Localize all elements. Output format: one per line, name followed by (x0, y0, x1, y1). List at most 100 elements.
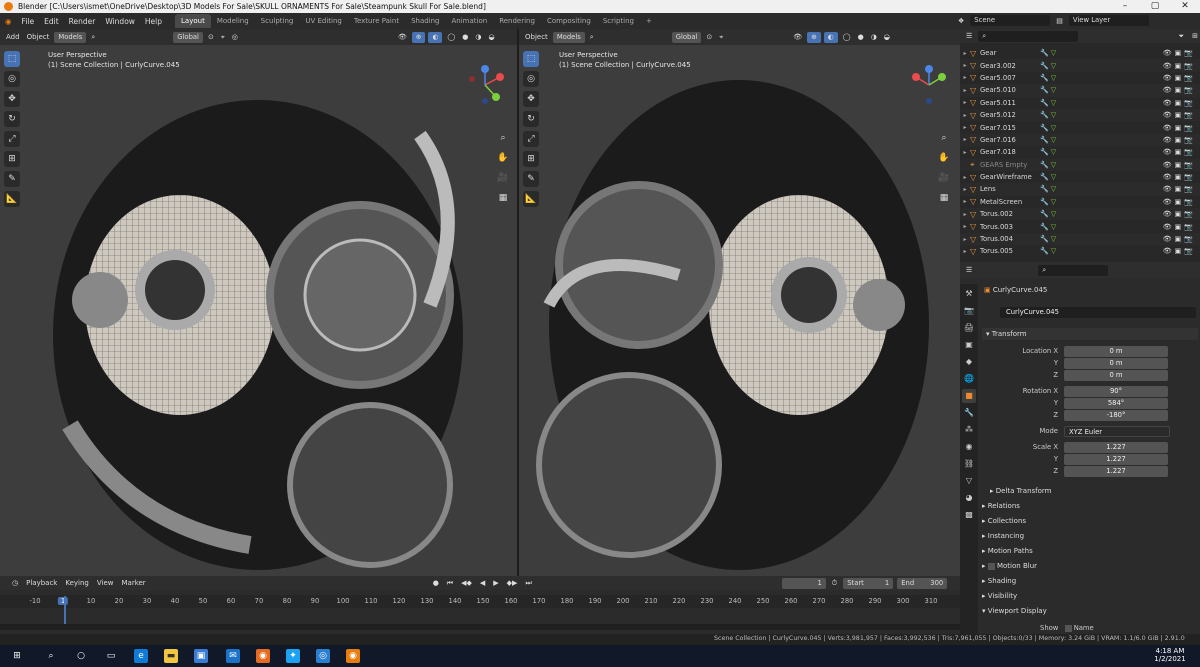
store-icon[interactable]: ▣ (194, 649, 208, 663)
delta-transform-section[interactable]: ▸ Delta Transform (990, 487, 1051, 495)
properties-editor-icon[interactable]: ☰ (964, 266, 974, 274)
task-view-icon[interactable]: ▭ (104, 649, 118, 663)
expand-arrow-icon[interactable]: ▸ (960, 223, 970, 230)
motion-paths-section[interactable]: ▸ Motion Paths (982, 547, 1033, 555)
annotate-tool[interactable]: ✎ (4, 171, 20, 187)
outliner-row[interactable]: ▸ ▽ Lens 🔧▽ 👁▣📷 (960, 183, 1200, 196)
expand-arrow-icon[interactable]: ▸ (960, 50, 970, 57)
blender-taskbar-icon[interactable]: ◉ (346, 649, 360, 663)
tab-shading[interactable]: Shading (405, 14, 445, 28)
texture-tab-icon[interactable]: ▩ (962, 508, 976, 522)
location-y-field[interactable]: 0 m (1064, 358, 1168, 369)
menu-help[interactable]: Help (140, 17, 167, 26)
motion-blur-section[interactable]: ▸ Motion Blur (982, 562, 1037, 570)
windows-start-icon[interactable]: ⊞ (10, 649, 24, 663)
visibility-toggle-icons[interactable]: 👁▣📷 (1163, 223, 1196, 231)
record-icon[interactable]: ● (431, 579, 441, 587)
physics-tab-icon[interactable]: ◉ (962, 440, 976, 454)
pan-hand-icon[interactable]: ✋ (496, 151, 510, 165)
navigation-gizmo-left[interactable] (460, 65, 510, 115)
proportional-icon[interactable]: ◎ (230, 33, 240, 41)
jump-end-icon[interactable]: ⏭ (523, 579, 533, 588)
outliner-search-input[interactable]: ⌕ (978, 30, 1079, 42)
maximize-button[interactable]: ▢ (1140, 0, 1170, 13)
app-icon[interactable]: ◎ (316, 649, 330, 663)
close-button[interactable]: ✕ (1170, 0, 1200, 13)
snap-icon-right[interactable]: ⌖ (717, 33, 725, 42)
properties-search-input[interactable]: ⌕ (1038, 264, 1109, 276)
grid-view-icon[interactable]: ▦ (496, 191, 510, 205)
blender-menu-icon[interactable]: ◉ (0, 17, 17, 26)
outliner-editor-icon[interactable]: ☰ (964, 32, 974, 40)
collections-section[interactable]: ▸ Collections (982, 517, 1026, 525)
expand-arrow-icon[interactable]: ▸ (960, 87, 970, 94)
outliner-row[interactable]: ▸ ▽ Gear7.018 🔧▽ 👁▣📷 (960, 146, 1200, 158)
orientation-selector[interactable]: Global (173, 31, 203, 43)
shading-rendered-icon-right[interactable]: ◒ (882, 33, 892, 41)
relations-section[interactable]: ▸ Relations (982, 502, 1020, 510)
scale-y-field[interactable]: 1.227 (1064, 454, 1168, 465)
visibility-toggle-icons[interactable]: 👁▣📷 (1163, 124, 1196, 132)
outliner-row[interactable]: ▸ ▽ Torus.002 🔧▽ 👁▣📷 (960, 208, 1200, 221)
viewport-left[interactable]: Add Object Models ⌕ Global ⊙ ⌖ ◎ 👁 ⊕ ◐ ◯… (0, 29, 517, 576)
menu-edit[interactable]: Edit (39, 17, 64, 26)
expand-arrow-icon[interactable]: ▸ (960, 186, 970, 193)
shading-solid-icon-right[interactable]: ● (856, 33, 866, 41)
measure-tool[interactable]: 📐 (4, 191, 20, 207)
minimize-button[interactable]: – (1110, 0, 1140, 13)
playback-menu[interactable]: Playback (24, 579, 59, 587)
visibility-toggle-icons[interactable]: 👁▣📷 (1163, 136, 1196, 144)
pivot-icon-right[interactable]: ⊙ (704, 33, 714, 41)
cortana-icon[interactable]: ○ (74, 649, 88, 663)
shading-wireframe-icon[interactable]: ◯ (445, 33, 457, 41)
output-tab-icon[interactable]: 🖨 (962, 321, 976, 335)
expand-arrow-icon[interactable]: ▸ (960, 99, 970, 106)
expand-arrow-icon[interactable]: ▸ (960, 112, 970, 119)
overlay-toggle[interactable]: ◐ (428, 31, 443, 43)
outliner-row[interactable]: ▸ ▽ MetalScreen 🔧▽ 👁▣📷 (960, 196, 1200, 208)
modifier-tab-icon[interactable]: 🔧 (962, 406, 976, 420)
tab-texture-paint[interactable]: Texture Paint (348, 14, 405, 28)
location-x-field[interactable]: 0 m (1064, 346, 1168, 357)
scale-tool-right[interactable]: ⤢ (523, 131, 539, 147)
move-tool[interactable]: ✥ (4, 91, 20, 107)
tab-animation[interactable]: Animation (446, 14, 494, 28)
scale-x-field[interactable]: 1.227 (1064, 442, 1168, 453)
playhead[interactable] (64, 596, 66, 626)
outliner-row[interactable]: ▸ ▽ Torus.003 🔧▽ 👁▣📷 (960, 220, 1200, 232)
object-tab-icon[interactable]: ■ (962, 389, 976, 403)
start-frame-field[interactable]: Start 1 (843, 577, 894, 589)
timeline-editor-icon[interactable]: ◷ (10, 579, 20, 587)
outliner-row[interactable]: ▸ ▽ Torus.004 🔧▽ 👁▣📷 (960, 232, 1200, 246)
tab-rendering[interactable]: Rendering (493, 14, 541, 28)
firefox-icon[interactable]: ◉ (256, 649, 270, 663)
visibility-toggle-icons[interactable]: 👁▣📷 (1163, 111, 1196, 119)
add-workspace-button[interactable]: + (640, 14, 658, 28)
outliner-row[interactable]: ▸ ▽ GearWireframe 🔧▽ 👁▣📷 (960, 171, 1200, 183)
outliner-row[interactable]: ⌖ GEARS Empty 🔧▽ 👁▣📷 (960, 158, 1200, 171)
shading-material-icon[interactable]: ◑ (473, 33, 483, 41)
play-icon[interactable]: ▶ (491, 579, 500, 587)
search-icon-right[interactable]: ⌕ (588, 33, 596, 42)
jump-start-icon[interactable]: ⏮ (445, 579, 455, 588)
transform-tool-right[interactable]: ⊞ (523, 151, 539, 167)
outliner-row[interactable]: ▸ ▽ Gear3.002 🔧▽ 👁▣📷 (960, 59, 1200, 72)
measure-tool-right[interactable]: 📐 (523, 191, 539, 207)
shading-wireframe-icon-right[interactable]: ◯ (841, 33, 853, 41)
clock[interactable]: 4:18 AM 1/2/2021 (1150, 647, 1190, 663)
end-frame-field[interactable]: End 300 (897, 577, 948, 589)
expand-arrow-icon[interactable]: ▸ (960, 198, 970, 205)
mail-icon[interactable]: ✉ (226, 649, 240, 663)
shading-rendered-icon[interactable]: ◒ (486, 33, 496, 41)
tool-tab-icon[interactable]: ⚒ (962, 287, 976, 301)
expand-arrow-icon[interactable]: ▸ (960, 248, 970, 255)
object-name-field[interactable]: CurlyCurve.045 (1000, 307, 1196, 318)
visibility-toggle-icons[interactable]: 👁▣📷 (1163, 148, 1196, 156)
snap-icon[interactable]: ⌖ (219, 33, 227, 42)
cursor-tool-right[interactable]: ◎ (523, 71, 539, 87)
visibility-toggle-icons[interactable]: 👁▣📷 (1163, 161, 1196, 169)
viewport-right[interactable]: Object Models ⌕ Global ⊙ ⌖ 👁 ⊕ ◐ ◯ ● ◑ ◒… (519, 29, 960, 576)
frame-ruler[interactable]: -10 1 10 20 30 40 50 60 70 80 90 100 110 120 130 140 150… (0, 595, 960, 608)
visibility-toggle-icons[interactable]: 👁▣📷 (1163, 210, 1196, 218)
menu-window[interactable]: Window (100, 17, 140, 26)
